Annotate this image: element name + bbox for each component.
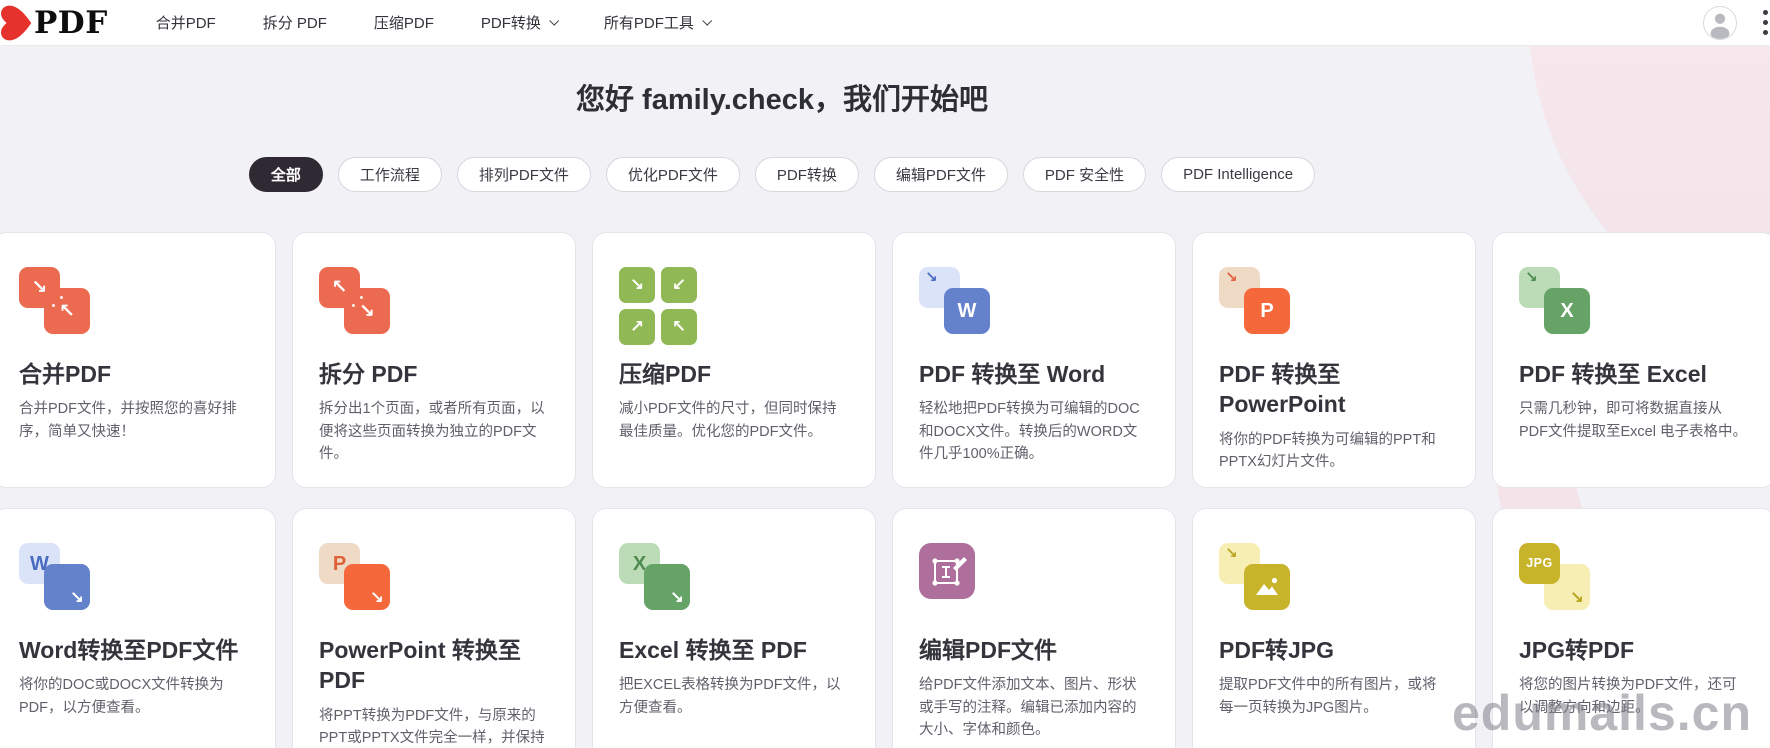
tool-card-title: 编辑PDF文件 xyxy=(919,637,1057,663)
tool-card-11[interactable]: ↘ PDF转JPG 提取PDF文件中的所有图片，或将每一页转换为JPG图片。 xyxy=(1192,508,1476,748)
chevron-down-icon xyxy=(549,15,560,26)
logo-brand-text: PDF xyxy=(34,4,108,41)
navbar-right xyxy=(1703,5,1770,40)
filter-pill-5[interactable]: PDF转换 xyxy=(754,157,859,192)
main-navigation: 合并PDF 拆分 PDF 压缩PDF PDF转换 所有PDF工具 xyxy=(156,12,713,33)
tool-card-description: 将你的PDF转换为可编辑的PPT和PPTX幻灯片文件。 xyxy=(1219,431,1436,471)
tool-card-5[interactable]: ↘ P PDF 转换至 PowerPoint 将你的PDF转换为可编辑的PPT和PPT… xyxy=(1192,232,1476,488)
tool-card-description: 轻松地把PDF转换为可编辑的DOC和DOCX文件。转换后的WORD文件几乎100… xyxy=(919,401,1140,463)
pdf-to-powerpoint-icon: ↘ P xyxy=(1219,267,1299,345)
filter-pill-8[interactable]: PDF Intelligence xyxy=(1161,157,1316,192)
tool-card-1[interactable]: ↘ ↖ 合并PDF 合并PDF文件，并按照您的喜好排序，简单又快速！ xyxy=(0,232,276,488)
image-glyph xyxy=(1244,564,1290,610)
filter-pill-7[interactable]: PDF 安全性 xyxy=(1022,157,1147,192)
filter-pill-3[interactable]: 排列PDF文件 xyxy=(456,157,591,192)
compress-pdf-icon: ↘ ↙ ↗ ↖ xyxy=(619,267,699,345)
tool-card-description: 只需几秒钟，即可将数据直接从PDF文件提取至Excel 电子表格中。 xyxy=(1519,401,1747,440)
filter-pill-2[interactable]: 工作流程 xyxy=(337,157,442,192)
tool-card-description: 提取PDF文件中的所有图片，或将每一页转换为JPG图片。 xyxy=(1219,677,1437,716)
tool-card-description: 合并PDF文件，并按照您的喜好排序，简单又快速！ xyxy=(19,401,237,440)
tool-card-title: 合并PDF xyxy=(19,361,111,387)
tool-card-description: 将你的DOC或DOCX文件转换为PDF，以方便查看。 xyxy=(19,677,224,716)
heart-icon xyxy=(1,5,32,40)
filter-pill-4[interactable]: 优化PDF文件 xyxy=(605,157,740,192)
tool-card-9[interactable]: X ↘ Excel 转换至 PDF 把EXCEL表格转换为PDF文件，以方便查看。 xyxy=(592,508,876,748)
user-avatar[interactable] xyxy=(1703,5,1737,40)
nav-item-1[interactable]: 合并PDF xyxy=(156,12,216,33)
pdf-to-excel-icon: ↘ X xyxy=(1519,267,1599,345)
tool-card-description: 减小PDF文件的尺寸，但同时保持最佳质量。优化您的PDF文件。 xyxy=(619,401,837,440)
tool-card-6[interactable]: ↘ X PDF 转换至 Excel 只需几秒钟，即可将数据直接从PDF文件提取至Exc… xyxy=(1492,232,1770,488)
nav-item-label: 拆分 PDF xyxy=(262,15,327,32)
filter-pill-6[interactable]: 编辑PDF文件 xyxy=(873,157,1008,192)
jpg-to-pdf-icon: JPG ↘ xyxy=(1519,543,1599,621)
tool-card-title: PowerPoint 转换至 PDF xyxy=(319,637,521,694)
nav-item-label: 所有PDF工具 xyxy=(603,15,694,32)
tool-card-description: 将PPT转换为PDF文件，与原来的PPT或PPTX文件完全一样，并保持最佳质量。 xyxy=(319,707,545,747)
nav-item-3[interactable]: 压缩PDF xyxy=(374,12,434,33)
tool-card-7[interactable]: W ↘ Word转换至PDF文件将你的DOC或DOCX文件转换为PDF，以方便查看。 xyxy=(0,508,276,748)
watermark-text: edumails.cn xyxy=(1452,685,1752,741)
tool-card-title: PDF 转换至 PowerPoint xyxy=(1219,361,1346,418)
tool-card-title: JPG转PDF xyxy=(1519,637,1635,663)
tool-card-10[interactable]: 编辑PDF文件给PDF文件添加文本、图片、形状或手写的注释。编辑已添加内容的大小… xyxy=(892,508,1176,748)
pdf-to-jpg-icon: ↘ xyxy=(1219,543,1299,621)
nav-item-5[interactable]: 所有PDF工具 xyxy=(603,12,713,33)
nav-item-label: PDF转换 xyxy=(480,15,541,32)
filter-pill-1[interactable]: 全部 xyxy=(248,157,323,192)
top-navbar: PDF 合并PDF 拆分 PDF 压缩PDF PDF转换 所有PDF工具 xyxy=(0,0,1770,46)
tool-card-description: 给PDF文件添加文本、图片、形状或手写的注释。编辑已添加内容的大小、字体和颜色。 xyxy=(919,677,1137,739)
tool-card-4[interactable]: ↘ W PDF 转换至 Word 轻松地把PDF转换为可编辑的DOC和DOCX文件。转… xyxy=(892,232,1176,488)
tool-card-description: 把EXCEL表格转换为PDF文件，以方便查看。 xyxy=(619,677,841,716)
word-to-pdf-icon: W ↘ xyxy=(19,543,99,621)
edit-pdf-icon xyxy=(919,543,999,621)
split-pdf-icon: ↖ ↘ xyxy=(319,267,399,345)
excel-to-pdf-icon: X ↘ xyxy=(619,543,699,621)
nav-item-label: 合并PDF xyxy=(155,15,216,32)
chevron-down-icon xyxy=(702,15,713,26)
tool-card-description: 拆分出1个页面，或者所有页面，以便将这些页面转换为独立的PDF文件。 xyxy=(319,401,545,463)
tool-card-2[interactable]: ↖ ↘ 拆分 PDF 拆分出1个页面，或者所有页面，以便将这些页面转换为独立的PDF文… xyxy=(292,232,576,488)
tool-card-title: 拆分 PDF xyxy=(319,361,418,387)
pdf-to-word-icon: ↘ W xyxy=(919,267,999,345)
tool-card-8[interactable]: P ↘ PowerPoint 转换至 PDF 将PPT转换为PDF文件，与原来的PPT… xyxy=(292,508,576,748)
tool-card-title: Word转换至PDF文件 xyxy=(19,637,239,663)
app-logo[interactable]: PDF xyxy=(0,2,108,44)
page-title: 您好 family.check，我们开始吧 xyxy=(575,84,988,116)
powerpoint-to-pdf-icon: P ↘ xyxy=(319,543,399,621)
apps-grid-icon[interactable] xyxy=(1763,10,1768,35)
tool-card-title: PDF 转换至 Excel xyxy=(1519,361,1707,387)
tools-grid: ↘ ↖ 合并PDF 合并PDF文件，并按照您的喜好排序，简单又快速！ ↖ ↘ 拆分 PDF 拆… xyxy=(0,232,1770,748)
nav-item-4[interactable]: PDF转换 xyxy=(480,12,560,33)
tool-card-title: Excel 转换至 PDF xyxy=(619,637,807,663)
tool-card-title: PDF 转换至 Word xyxy=(919,361,1106,387)
nav-item-2[interactable]: 拆分 PDF xyxy=(263,12,327,33)
person-icon xyxy=(1710,13,1730,39)
merge-pdf-icon: ↘ ↖ xyxy=(19,267,99,345)
tool-card-title: 压缩PDF xyxy=(619,361,711,387)
tool-card-title: PDF转JPG xyxy=(1219,637,1335,663)
nav-item-label: 压缩PDF xyxy=(373,15,434,32)
filter-pills: 全部 工作流程 排列PDF文件 优化PDF文件 PDF转换 编辑PDF文件 PDF 安全性 P… xyxy=(0,157,1564,192)
tool-card-3[interactable]: ↘ ↙ ↗ ↖ 压缩PDF 减小PDF文件的尺寸，但同时保持最佳质量。优化您的PDF文件。 xyxy=(592,232,876,488)
